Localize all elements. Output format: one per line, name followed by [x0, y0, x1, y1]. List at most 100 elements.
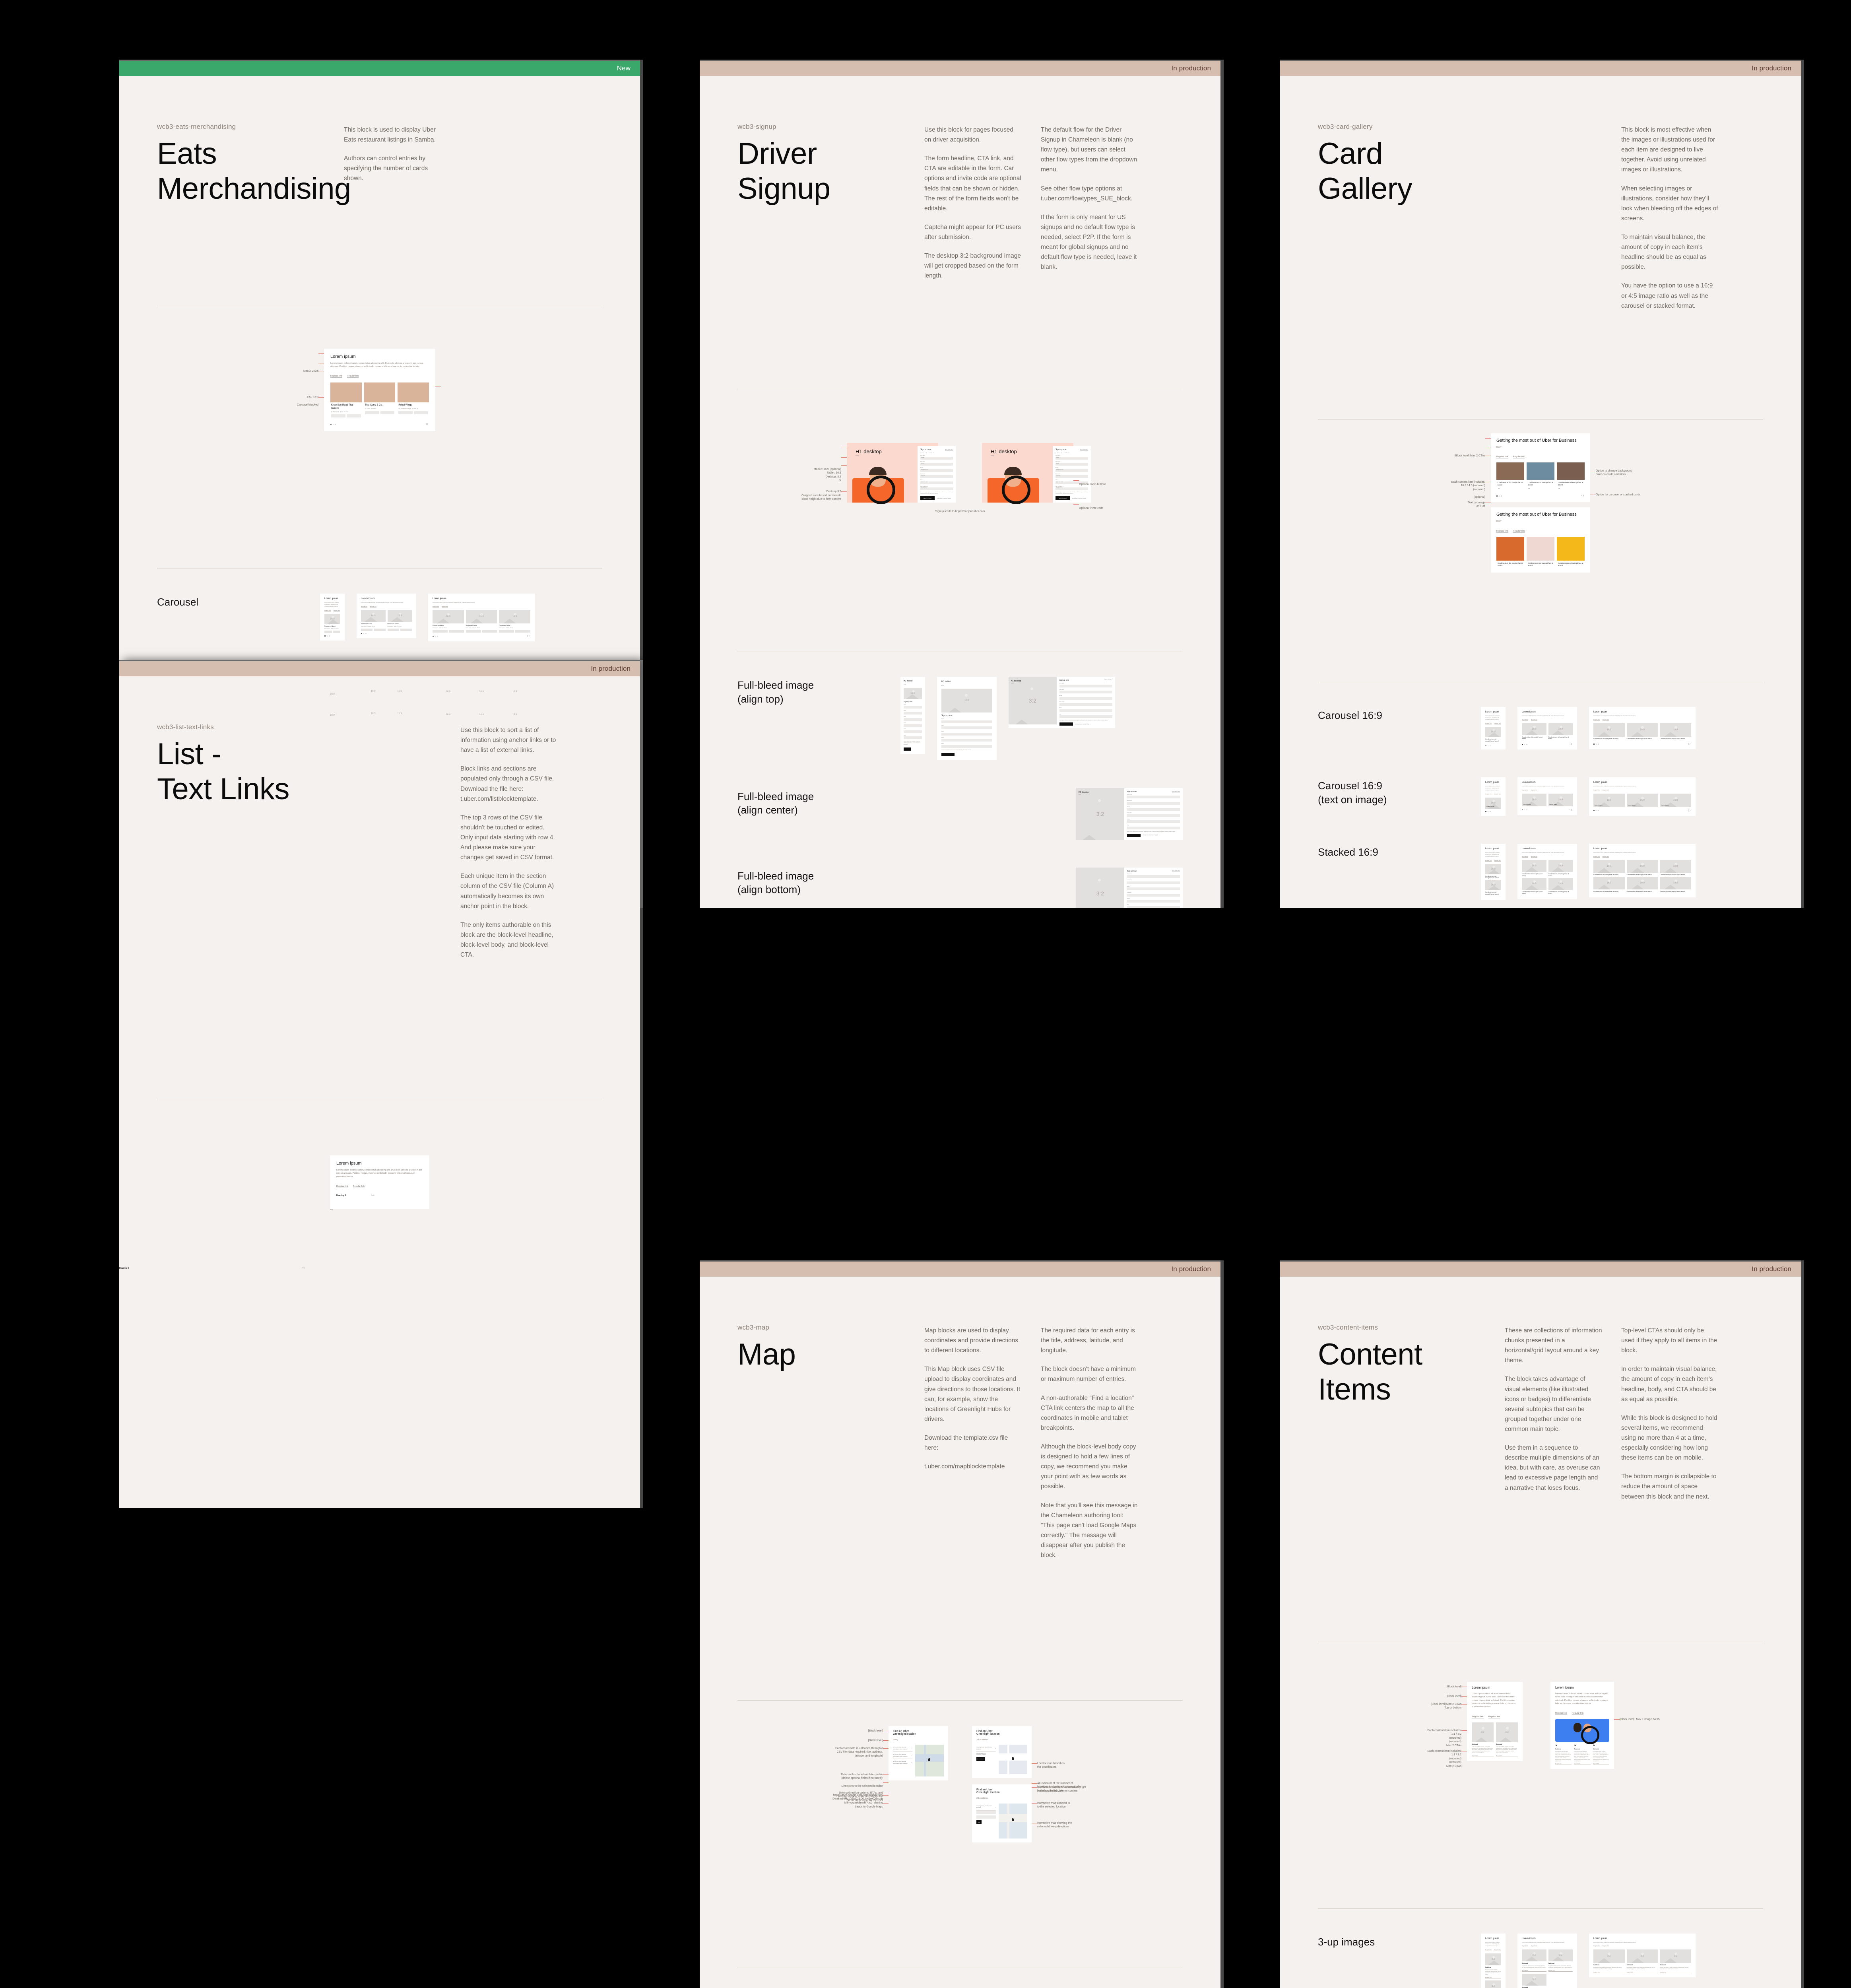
- gallery-card[interactable]: 16:9 Condimentum dol suscipit hac at ace…: [1626, 723, 1658, 741]
- thumb-link[interactable]: Regular link: [1494, 1949, 1501, 1951]
- gallery-card[interactable]: 16:9 Condimentum dol suscipit hac at ace…: [1548, 723, 1573, 741]
- variant-thumbnail[interactable]: 3:2 H1 desktop Body Sign up now Ride wit…: [1076, 867, 1183, 908]
- gallery-card[interactable]: Condimentum dol suscipit hac at acerol: [1527, 536, 1554, 568]
- gallery-card[interactable]: 16:9 Lorem ipsum: [1485, 797, 1501, 809]
- field-input[interactable]: ••••••••••••: [1055, 475, 1088, 478]
- thumb-link[interactable]: Regular link: [1602, 719, 1609, 721]
- thumb-link[interactable]: Regular link: [1494, 722, 1501, 725]
- carousel-dots[interactable]: ⟨⟩: [1593, 810, 1691, 812]
- gallery-card[interactable]: 16:9 Lorem ipsum: [1522, 794, 1546, 807]
- card-button[interactable]: [400, 628, 412, 631]
- signin-link[interactable]: Already have an account? Sign in: [1072, 498, 1086, 499]
- thumb-link[interactable]: Regular link: [1593, 1945, 1600, 1947]
- spec-sheet-panel[interactable]: In production wcb3-card-gallery Card Gal…: [1280, 60, 1801, 908]
- start-button[interactable]: Start: [976, 1820, 982, 1824]
- field-input[interactable]: ••••••••••••: [920, 475, 953, 478]
- carousel-dots[interactable]: [1485, 811, 1501, 812]
- gallery-card[interactable]: Condimentum dol suscipit hac at acerol: [1496, 536, 1524, 568]
- card-button[interactable]: [333, 631, 340, 633]
- content-item[interactable]: 3:2 Subhead Feugiat sem dolor sit amet, …: [1522, 1949, 1546, 1972]
- variant-thumbnail[interactable]: Lorem ipsum Lorem ipsum dolor sit amet c…: [1481, 1933, 1506, 1988]
- gallery-card[interactable]: 16:9 Condimentum dol suscipit hac at ace…: [1660, 860, 1692, 877]
- thumb-link[interactable]: Regular link: [1531, 789, 1537, 792]
- carousel-arrows[interactable]: ⟨⟩: [1688, 743, 1691, 745]
- card-button[interactable]: [374, 628, 386, 631]
- eats-card[interactable]: Thai Curry & Co. $ · 5 min · Noodles: [364, 382, 396, 420]
- variant-thumbnail[interactable]: Lorem ipsum Lorem ipsum dolor sit amet c…: [1517, 707, 1577, 750]
- thumb-link[interactable]: Regular link: [1593, 856, 1600, 858]
- thumb-link[interactable]: Regular link: [433, 606, 439, 608]
- gallery-card[interactable]: 16:9 Condimentum dol suscipit hac at ace…: [1522, 878, 1546, 896]
- variant-thumbnail[interactable]: Lorem ipsum Lorem ipsum dolor sit amet c…: [357, 594, 416, 639]
- content-item[interactable]: 3:2 Subhead Feugiat sem dolor sit amet, …: [1548, 1949, 1573, 1972]
- carousel-arrows[interactable]: ⟨⟩: [1688, 810, 1691, 812]
- variant-thumbnail[interactable]: 3:2 H1 desktop Body Sign up now Ride wit…: [1009, 677, 1115, 728]
- content-item[interactable]: 3:2 Subhead Feugiat sem dolor sit amet, …: [1593, 1949, 1625, 1974]
- content-item[interactable]: 3:2 Subhead Feugiat sem dolor sit amet, …: [1626, 1949, 1658, 1974]
- restaurant-card[interactable]: 16:9 Restaurant Name lorem ipsum · dolor…: [433, 610, 464, 633]
- spec-sheet-panel[interactable]: In production wcb3-content-items Content…: [1280, 1260, 1801, 1988]
- gallery-card[interactable]: 16:9 Condimentum dol suscipit hac at ace…: [1485, 864, 1501, 879]
- field-input[interactable]: San Francisco: [920, 487, 953, 491]
- gallery-card[interactable]: 16:9 Lorem ipsum: [1548, 794, 1573, 807]
- card-button[interactable]: [466, 630, 481, 633]
- variant-thumbnail[interactable]: Lorem ipsum Lorem ipsum dolor sit amet c…: [1589, 844, 1696, 897]
- gallery-card[interactable]: 16:9 Lorem ipsum: [1593, 794, 1625, 808]
- form-cta-link[interactable]: Ride with Uber: [945, 449, 953, 451]
- card-button[interactable]: [433, 630, 448, 633]
- gallery-card[interactable]: 16:9 Condimentum dol suscipit hac at ace…: [1548, 860, 1573, 878]
- thumb-link[interactable]: Regular link: [370, 606, 376, 608]
- thumb-link[interactable]: Regular link: [1522, 789, 1528, 792]
- card-button[interactable]: [448, 630, 464, 633]
- card-button[interactable]: [515, 630, 531, 633]
- variant-thumbnail[interactable]: H1 mobile Body 16:9 Sign up now Field Fiel…: [900, 677, 925, 754]
- card-button[interactable]: [387, 628, 399, 631]
- thumb-link[interactable]: Regular link: [1485, 860, 1492, 862]
- carousel-dots[interactable]: [1485, 744, 1501, 746]
- map-tile[interactable]: [915, 1745, 944, 1777]
- gallery-card[interactable]: Condimentum dol suscipit hac at acerol →: [1527, 462, 1554, 492]
- thumb-link[interactable]: Regular link: [333, 610, 340, 612]
- gallery-card[interactable]: 16:9 Condimentum dol suscipit hac at ace…: [1660, 723, 1692, 741]
- field-input[interactable]: Torvig: [920, 463, 953, 466]
- content-item[interactable]: 3:2 Subhead Feugiat sem dolor sit amet, …: [1485, 1980, 1501, 1988]
- restaurant-card[interactable]: 16:9 Restaurant Name lorem ipsum · dolor…: [499, 610, 531, 633]
- spec-sheet-panel[interactable]: In production wcb3-map Map Map blocks ar…: [700, 1260, 1220, 1988]
- thumb-link[interactable]: Regular link: [1485, 793, 1492, 795]
- card-button[interactable]: [499, 630, 514, 633]
- variant-thumbnail[interactable]: H1 tablet Body 16:9 Sign up now Field Fiel…: [937, 677, 997, 760]
- gallery-card[interactable]: 16:9 Condimentum dol suscipit hac at ace…: [1485, 727, 1501, 742]
- gallery-card[interactable]: 16:9 Condimentum dol suscipit hac at ace…: [1485, 880, 1501, 895]
- thumb-link[interactable]: Regular link: [1593, 789, 1600, 792]
- restaurant-card[interactable]: 16:9 Restaurant Name lorem ipsum · dolor…: [361, 610, 386, 631]
- signup-button[interactable]: Become a driver: [920, 496, 935, 501]
- thumb-link[interactable]: Regular link: [1522, 856, 1528, 858]
- gallery-card[interactable]: 16:9 Lorem ipsum: [1626, 794, 1658, 808]
- field-input[interactable]: Nikolai: [1055, 456, 1088, 460]
- thumb-link[interactable]: Regular link: [324, 610, 331, 612]
- thumb-link[interactable]: Regular link: [1485, 722, 1492, 725]
- eats-card[interactable]: Rebel Wings $$ · American Wings · 15 min…: [398, 382, 429, 420]
- variant-thumbnail[interactable]: Lorem ipsum Lorem ipsum dolor sit amet c…: [1481, 777, 1506, 816]
- variant-thumbnail[interactable]: Lorem ipsum Lorem ipsum dolor sit amet c…: [1481, 707, 1506, 750]
- gallery-card[interactable]: 16:9 Condimentum dol suscipit hac at ace…: [1522, 860, 1546, 878]
- thumb-link[interactable]: Regular link: [1531, 1945, 1537, 1947]
- variant-thumbnail[interactable]: Lorem ipsum Lorem ipsum dolor sit amet c…: [320, 594, 345, 641]
- signup-button[interactable]: Become a driver: [1055, 496, 1070, 501]
- card-button[interactable]: [324, 631, 332, 633]
- thumb-link[interactable]: Regular link: [1522, 719, 1528, 721]
- form-cta-link[interactable]: Ride with Uber: [1080, 449, 1088, 451]
- spec-sheet-panel[interactable]: In production wcb3-list-text-links List …: [119, 660, 640, 1508]
- card-button[interactable]: [361, 628, 373, 631]
- signup-form[interactable]: Sign up now Ride with Uber ◉ I have a ca…: [918, 446, 956, 503]
- thumb-link[interactable]: Regular link: [1485, 1949, 1492, 1951]
- field-input[interactable]: (xxx) xxx - xxxx: [920, 481, 953, 484]
- content-item[interactable]: 3:2 Subhead Feugiat sem dolor sit amet, …: [1660, 1949, 1691, 1974]
- gallery-card[interactable]: 16:9 Condimentum dol suscipit hac at ace…: [1626, 860, 1658, 877]
- gallery-card[interactable]: 16:9 Lorem ipsum: [1660, 794, 1692, 808]
- variant-thumbnail[interactable]: Lorem ipsum Lorem ipsum dolor sit amet c…: [428, 594, 535, 641]
- signin-link[interactable]: Already have an account? Sign in: [937, 498, 951, 499]
- field-input[interactable]: Torvig: [1055, 463, 1088, 466]
- thumb-link[interactable]: Regular link: [361, 606, 367, 608]
- gallery-card[interactable]: 16:9 Condimentum dol suscipit hac at ace…: [1593, 860, 1625, 877]
